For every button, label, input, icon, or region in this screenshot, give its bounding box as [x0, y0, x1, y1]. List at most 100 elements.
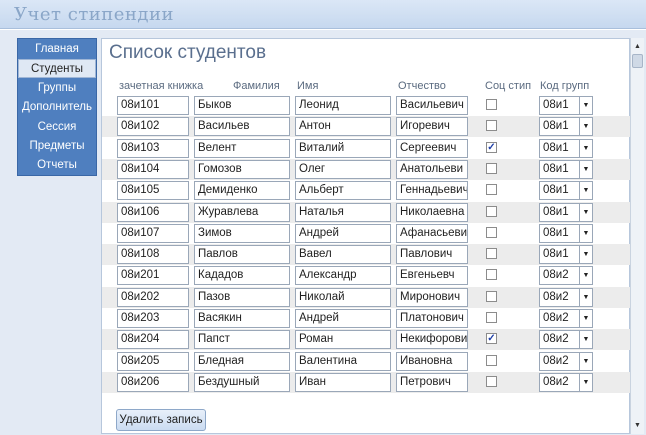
chevron-down-icon[interactable]: ▼ — [579, 373, 592, 391]
group-code-select[interactable]: 08и2 ▼ — [539, 287, 593, 307]
last-name-field[interactable]: Васякин — [194, 309, 290, 328]
last-name-field[interactable]: Зимов — [194, 223, 290, 243]
middle-name-field[interactable]: Анатольеви — [396, 159, 468, 179]
chevron-down-icon[interactable]: ▼ — [579, 182, 592, 200]
chevron-down-icon[interactable]: ▼ — [579, 139, 592, 157]
group-code-select[interactable]: 08и2 ▼ — [539, 351, 593, 371]
middle-name-field[interactable]: Геннадьевич — [396, 181, 468, 201]
first-name-field[interactable]: Наталья — [295, 202, 391, 222]
social-stipend-checkbox[interactable] — [486, 184, 497, 196]
first-name-field[interactable]: Антон — [295, 117, 391, 137]
first-name-field[interactable]: Валентина — [295, 351, 391, 371]
social-stipend-checkbox[interactable] — [486, 375, 497, 387]
record-book-field[interactable]: 08и107 — [117, 223, 189, 243]
record-book-field[interactable]: 08и202 — [117, 287, 189, 307]
scroll-up-icon[interactable]: ▲ — [631, 40, 644, 53]
social-stipend-checkbox[interactable] — [486, 312, 497, 323]
chevron-down-icon[interactable]: ▼ — [579, 331, 592, 349]
record-book-field[interactable]: 08и105 — [117, 181, 189, 201]
group-code-select[interactable]: 08и2 ▼ — [539, 309, 593, 328]
social-stipend-checkbox[interactable] — [486, 248, 497, 260]
social-stipend-checkbox[interactable]: ✓ — [486, 333, 497, 345]
social-stipend-checkbox[interactable] — [486, 226, 497, 238]
group-code-select[interactable]: 08и1 ▼ — [539, 96, 593, 115]
chevron-down-icon[interactable]: ▼ — [579, 267, 592, 285]
middle-name-field[interactable]: Платонович — [396, 309, 468, 328]
middle-name-field[interactable]: Афанасьевич — [396, 223, 468, 243]
group-code-select[interactable]: 08и2 ▼ — [539, 372, 593, 392]
middle-name-field[interactable]: Сергеевич — [396, 138, 468, 158]
group-code-select[interactable]: 08и1 ▼ — [539, 181, 593, 201]
social-stipend-checkbox[interactable] — [486, 162, 497, 174]
vertical-scrollbar[interactable]: ▲ ▼ — [630, 38, 644, 434]
chevron-down-icon[interactable]: ▼ — [579, 118, 592, 136]
nav-item-groups[interactable]: Группы — [18, 79, 96, 98]
middle-name-field[interactable]: Павлович — [396, 245, 468, 265]
first-name-field[interactable]: Николай — [295, 287, 391, 307]
nav-item-additional[interactable]: Дополнитель — [18, 98, 96, 117]
group-code-select[interactable]: 08и1 ▼ — [539, 245, 593, 265]
group-code-select[interactable]: 08и1 ▼ — [539, 117, 593, 137]
chevron-down-icon[interactable]: ▼ — [579, 310, 592, 327]
nav-item-session[interactable]: Сессия — [18, 118, 96, 137]
chevron-down-icon[interactable]: ▼ — [579, 97, 592, 114]
last-name-field[interactable]: Демиденко — [194, 181, 290, 201]
last-name-field[interactable]: Бледная — [194, 351, 290, 371]
social-stipend-checkbox[interactable] — [486, 290, 497, 302]
record-book-field[interactable]: 08и205 — [117, 351, 189, 371]
first-name-field[interactable]: Александр — [295, 266, 391, 286]
nav-item-home[interactable]: Главная — [18, 40, 96, 59]
middle-name-field[interactable]: Николаевна — [396, 202, 468, 222]
record-book-field[interactable]: 08и106 — [117, 202, 189, 222]
middle-name-field[interactable]: Ивановна — [396, 351, 468, 371]
chevron-down-icon[interactable]: ▼ — [579, 203, 592, 221]
last-name-field[interactable]: Васильев — [194, 117, 290, 137]
chevron-down-icon[interactable]: ▼ — [579, 352, 592, 370]
record-book-field[interactable]: 08и206 — [117, 372, 189, 392]
last-name-field[interactable]: Пазов — [194, 287, 290, 307]
first-name-field[interactable]: Иван — [295, 372, 391, 392]
middle-name-field[interactable]: Некифорови — [396, 330, 468, 350]
first-name-field[interactable]: Альберт — [295, 181, 391, 201]
scroll-thumb[interactable] — [632, 54, 643, 68]
record-book-field[interactable]: 08и104 — [117, 159, 189, 179]
last-name-field[interactable]: Папст — [194, 330, 290, 350]
group-code-select[interactable]: 08и1 ▼ — [539, 159, 593, 179]
last-name-field[interactable]: Быков — [194, 96, 290, 115]
middle-name-field[interactable]: Игоревич — [396, 117, 468, 137]
record-book-field[interactable]: 08и204 — [117, 330, 189, 350]
last-name-field[interactable]: Кададов — [194, 266, 290, 286]
social-stipend-checkbox[interactable]: ✓ — [486, 141, 497, 153]
first-name-field[interactable]: Андрей — [295, 223, 391, 243]
group-code-select[interactable]: 08и1 ▼ — [539, 223, 593, 243]
record-book-field[interactable]: 08и203 — [117, 309, 189, 328]
middle-name-field[interactable]: Миронович — [396, 287, 468, 307]
chevron-down-icon[interactable]: ▼ — [579, 246, 592, 264]
record-book-field[interactable]: 08и108 — [117, 245, 189, 265]
first-name-field[interactable]: Виталий — [295, 138, 391, 158]
first-name-field[interactable]: Андрей — [295, 309, 391, 328]
nav-item-subjects[interactable]: Предметы — [18, 137, 96, 156]
middle-name-field[interactable]: Петрович — [396, 372, 468, 392]
social-stipend-checkbox[interactable] — [486, 269, 497, 281]
middle-name-field[interactable]: Евгеньевч — [396, 266, 468, 286]
last-name-field[interactable]: Журавлева — [194, 202, 290, 222]
social-stipend-checkbox[interactable] — [486, 354, 497, 366]
chevron-down-icon[interactable]: ▼ — [579, 224, 592, 242]
last-name-field[interactable]: Бездушный — [194, 372, 290, 392]
nav-item-reports[interactable]: Отчеты — [18, 156, 96, 175]
group-code-select[interactable]: 08и1 ▼ — [539, 138, 593, 158]
delete-record-button[interactable]: Удалить запись — [116, 409, 206, 431]
chevron-down-icon[interactable]: ▼ — [579, 288, 592, 306]
first-name-field[interactable]: Вавел — [295, 245, 391, 265]
record-book-field[interactable]: 08и103 — [117, 138, 189, 158]
scroll-down-icon[interactable]: ▼ — [631, 419, 644, 432]
social-stipend-checkbox[interactable] — [486, 120, 497, 132]
group-code-select[interactable]: 08и2 ▼ — [539, 266, 593, 286]
middle-name-field[interactable]: Васильевич — [396, 96, 468, 115]
social-stipend-checkbox[interactable] — [486, 205, 497, 217]
first-name-field[interactable]: Олег — [295, 159, 391, 179]
group-code-select[interactable]: 08и2 ▼ — [539, 330, 593, 350]
record-book-field[interactable]: 08и101▲▼ — [117, 96, 189, 115]
last-name-field[interactable]: Велент — [194, 138, 290, 158]
